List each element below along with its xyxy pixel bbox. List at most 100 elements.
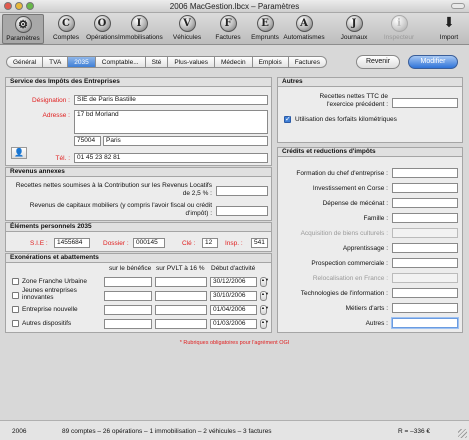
service-impots-panel: Service des Impôts des Entreprises Désig… (5, 77, 272, 166)
exoneration-checkbox[interactable] (12, 306, 19, 313)
exoneration-checkbox[interactable] (12, 320, 19, 327)
sie-field[interactable]: 1455684 (54, 238, 90, 248)
dossier-field[interactable]: 000145 (133, 238, 165, 248)
date-stepper[interactable]: ▲▼ (260, 277, 269, 287)
toolbar-button-label: Automatismes (283, 34, 325, 41)
credit-field[interactable] (392, 318, 458, 328)
toolbar-button-emprunts[interactable]: E Emprunts (244, 14, 286, 44)
credit-label: Métiers d'arts : (345, 305, 388, 312)
date-stepper[interactable]: ▲▼ (260, 305, 269, 315)
col-pvlt-header: sur PVLT à 16 % (156, 265, 205, 272)
section-title-autres: Autres (278, 78, 462, 87)
debut-activite-field[interactable]: 01/03/2006 (210, 319, 257, 329)
credit-label: Famille : (363, 215, 388, 222)
toolbar-letter-icon: i (390, 15, 408, 32)
status-year: 2006 (12, 428, 27, 435)
tab-factures[interactable]: Factures (288, 56, 327, 68)
toolbar-button-label: Immobilisations (118, 34, 163, 41)
adresse-field[interactable]: 17 bd Morland (74, 110, 268, 134)
pvlt-field[interactable] (155, 305, 207, 315)
recettes-crl-field[interactable] (216, 186, 268, 196)
contact-card-icon[interactable]: 👤 (11, 147, 27, 159)
resize-grip[interactable] (458, 429, 467, 438)
debut-activite-field[interactable]: 30/10/2006 (210, 291, 257, 301)
benefice-field[interactable] (104, 319, 152, 329)
tel-field[interactable]: 01 45 23 82 81 (74, 153, 268, 163)
section-title-credits: Crédits et reductions d'impôts (278, 148, 462, 157)
toolbar-button-label: Opérations (86, 34, 118, 41)
toolbar-button-label: Inspecteur (383, 34, 415, 41)
section-title-exonerations: Exonérations et abattements (6, 254, 271, 263)
recettes-ttc-field[interactable] (392, 98, 458, 108)
code-postal-field[interactable]: 75004 (74, 136, 101, 146)
benefice-field[interactable] (104, 305, 152, 315)
credit-field[interactable] (392, 258, 458, 268)
debut-activite-field[interactable]: 01/04/2006 (210, 305, 257, 315)
tab-bar: Général TVA 2035 Comptable... Sté Plus-values… (6, 56, 327, 68)
credit-field[interactable] (392, 198, 458, 208)
capitaux-field[interactable] (216, 206, 268, 216)
exoneration-label: Autres dispositifs (22, 320, 72, 327)
exoneration-checkbox[interactable] (12, 278, 19, 285)
toolbar-button-journaux[interactable]: J Journaux (333, 14, 375, 44)
download-icon: ⬇ (443, 15, 455, 31)
tab-plus-values[interactable]: Plus-values (168, 56, 215, 68)
credit-field[interactable] (392, 168, 458, 178)
credit-field (392, 273, 458, 283)
toolbar-toggle-button[interactable] (451, 3, 465, 9)
toolbar-button-label: Journaux (340, 34, 368, 41)
date-stepper[interactable]: ▲▼ (260, 291, 269, 301)
credit-field[interactable] (392, 303, 458, 313)
tab-2035[interactable]: 2035 (68, 56, 96, 68)
forfaits-km-checkbox[interactable] (284, 115, 291, 123)
credit-label: Dépense de mécénat : (322, 200, 388, 207)
toolbar-button-immobilisations[interactable]: I Immobilisations (118, 14, 163, 44)
capitaux-label: Revenus de capitaux mobiliers (y compris… (29, 202, 212, 217)
credit-field[interactable] (392, 213, 458, 223)
toolbar-button-op-rations[interactable]: O Opérations (81, 14, 123, 44)
designation-field[interactable]: SIE de Paris Bastille (74, 95, 268, 105)
credit-field[interactable] (392, 183, 458, 193)
pvlt-field[interactable] (155, 291, 207, 301)
tab-tva[interactable]: TVA (43, 56, 69, 68)
toolbar-button-param-tres[interactable]: ⚙ Paramètres (2, 14, 44, 44)
benefice-field[interactable] (104, 277, 152, 287)
tab-st[interactable]: Sté (145, 56, 169, 68)
toolbar-button-automatismes[interactable]: A Automatismes (283, 14, 325, 44)
window-title: 2006 MacGestion.lbcx – Paramètres (169, 2, 300, 11)
exoneration-label: Jeunes entreprises innovantes (22, 287, 77, 301)
dossier-label: Dossier : (103, 240, 129, 247)
modifier-button[interactable]: Modifier (408, 55, 458, 69)
tab-emplois[interactable]: Emplois (252, 56, 289, 68)
credit-field[interactable] (392, 288, 458, 298)
ville-field[interactable]: Paris (103, 136, 268, 146)
cle-field[interactable]: 12 (202, 238, 218, 248)
pvlt-field[interactable] (155, 277, 207, 287)
toolbar-letter-icon: E (256, 15, 274, 32)
status-summary: 89 comptes – 26 opérations – 1 immobilis… (62, 428, 272, 435)
credit-field[interactable] (392, 243, 458, 253)
section-title-revenus: Revenus annexes (6, 168, 271, 177)
revenir-button[interactable]: Revenir (356, 55, 400, 69)
toolbar-letter-icon: J (345, 15, 363, 32)
date-stepper[interactable]: ▲▼ (260, 319, 269, 329)
debut-activite-field[interactable]: 30/12/2006 (210, 277, 257, 287)
sie-label: S.I.E : (30, 240, 48, 247)
exoneration-checkbox[interactable] (12, 292, 19, 299)
section-title-2035: Éléments personnels 2035 (6, 223, 271, 232)
tab-m-decin[interactable]: Médecin (215, 56, 253, 68)
tab-g-n-ral[interactable]: Général (6, 56, 44, 68)
tab-comptable[interactable]: Comptable... (95, 56, 146, 68)
toolbar-letter-icon: C (57, 15, 75, 32)
toolbar-letter-icon: O (93, 15, 111, 32)
credits-panel: Crédits et reductions d'impôts Formation… (277, 147, 463, 333)
toolbar-button-label: Factures (215, 34, 241, 41)
toolbar-button-v-hicules[interactable]: V Véhicules (166, 14, 208, 44)
toolbar-button-import[interactable]: ⬇ Import (428, 14, 469, 44)
insp-field[interactable]: 541 (251, 238, 268, 248)
benefice-field[interactable] (104, 291, 152, 301)
toolbar: ⚙ Paramètres C Comptes O Opérations I Immobilis… (0, 13, 469, 45)
toolbar-button-factures[interactable]: F Factures (207, 14, 249, 44)
footnote-required: * Rubriques obligatoires pour l'agrément… (179, 340, 290, 346)
pvlt-field[interactable] (155, 319, 207, 329)
